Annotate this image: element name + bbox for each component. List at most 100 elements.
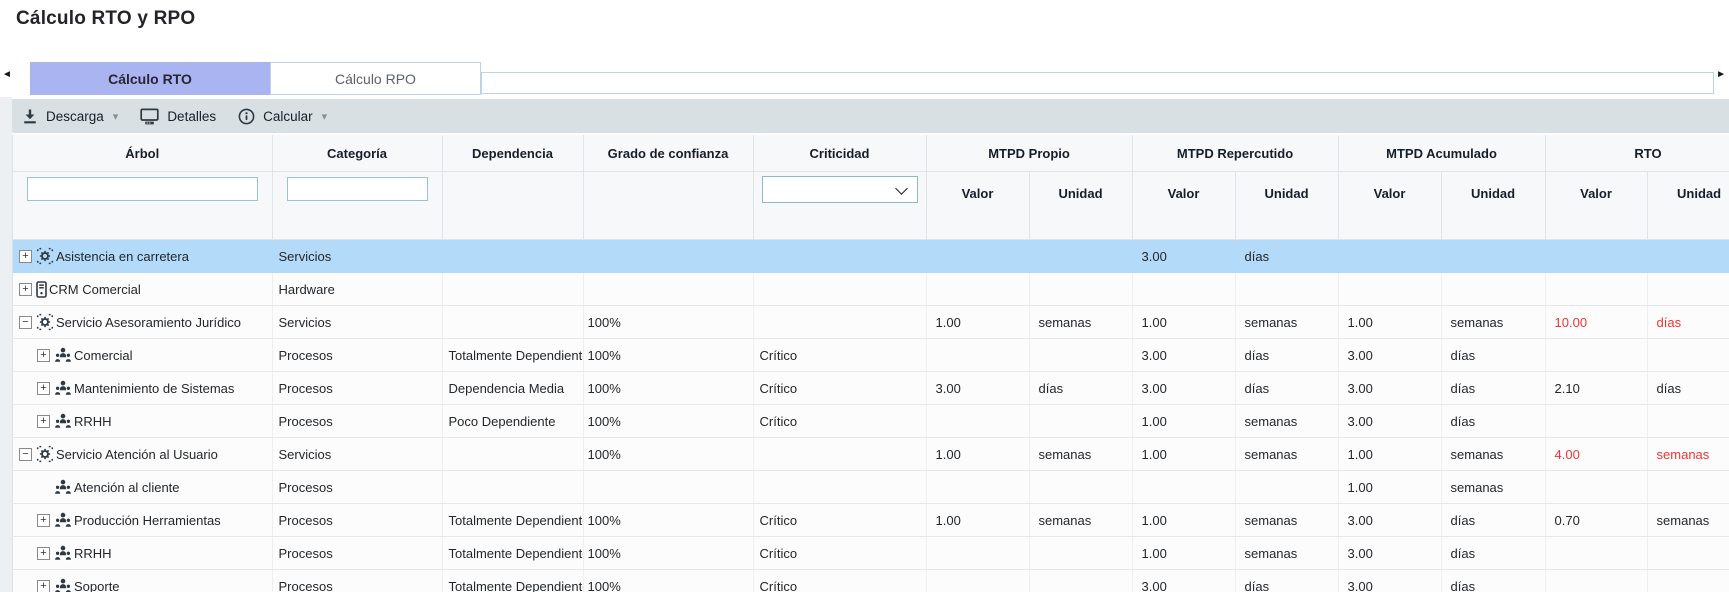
node-label: Mantenimiento de Sistemas — [74, 381, 234, 396]
cell-categoria: Procesos — [272, 339, 442, 372]
cell-mtpd-repercutido-valor: 3.00 — [1132, 372, 1235, 405]
cell-arbol: +CRM Comercial — [13, 273, 272, 306]
cell-dependencia: Totalmente Dependiente — [442, 339, 583, 372]
table-row[interactable]: +CRM ComercialHardware — [13, 273, 1729, 306]
expand-toggle[interactable]: + — [37, 415, 50, 428]
cell-mtpd-repercutido-valor — [1132, 273, 1235, 306]
group-header-mtpd-propio: MTPD Propio — [926, 135, 1132, 172]
cell-rto-unidad — [1647, 240, 1729, 273]
cell-mtpd-repercutido-valor: 3.00 — [1132, 339, 1235, 372]
expand-toggle[interactable]: + — [37, 514, 50, 527]
cell-arbol: +RRHH — [13, 405, 272, 438]
cell-mtpd-propio-valor — [926, 339, 1029, 372]
subheader-acumulado-unidad[interactable]: Unidad — [1441, 172, 1545, 240]
tab-strip: Cálculo RTO Cálculo RPO — [12, 62, 1714, 95]
cell-dependencia — [442, 240, 583, 273]
table-row[interactable]: +Mantenimiento de SistemasProcesosDepend… — [13, 372, 1729, 405]
tab-calculo-rto[interactable]: Cálculo RTO — [30, 62, 270, 95]
tab-calculo-rpo[interactable]: Cálculo RPO — [270, 62, 481, 95]
cell-mtpd-repercutido-unidad: semanas — [1235, 438, 1338, 471]
detalles-label: Detalles — [167, 109, 216, 124]
expand-toggle[interactable]: + — [37, 580, 50, 592]
categoria-filter-input[interactable] — [287, 177, 428, 201]
table-row[interactable]: Atención al clienteProcesos1.00semanas — [13, 471, 1729, 504]
cell-criticidad — [753, 273, 926, 306]
chevron-down-icon[interactable]: ▾ — [113, 110, 119, 123]
cell-mtpd-acumulado-unidad: semanas — [1441, 438, 1545, 471]
criticidad-filter-select[interactable] — [762, 176, 918, 203]
subheader-acumulado-valor[interactable]: Valor — [1338, 172, 1441, 240]
cell-rto-valor — [1545, 339, 1647, 372]
collapse-toggle[interactable]: − — [19, 448, 32, 461]
calcular-button[interactable]: Calcular ▾ — [238, 108, 327, 125]
cell-mtpd-acumulado-valor: 3.00 — [1338, 405, 1441, 438]
table-row[interactable]: + Comercial ProcesosTotalmente Dependiente… — [13, 339, 1729, 372]
cell-grado-confianza — [583, 471, 753, 504]
cell-mtpd-propio-valor: 1.00 — [926, 306, 1029, 339]
service-icon — [36, 313, 54, 331]
expand-toggle[interactable]: + — [37, 382, 50, 395]
cell-mtpd-acumulado-valor: 3.00 — [1338, 339, 1441, 372]
descarga-button[interactable]: Descarga ▾ — [22, 108, 118, 125]
node-label: Soporte — [74, 579, 120, 592]
cell-mtpd-acumulado-unidad: días — [1441, 405, 1545, 438]
table-row[interactable]: +SoporteProcesosTotalmente Dependiente10… — [13, 570, 1729, 592]
expand-toggle[interactable]: + — [19, 283, 32, 296]
cell-grado-confianza: 100% — [583, 537, 753, 570]
cell-mtpd-repercutido-unidad: días — [1235, 570, 1338, 592]
data-grid: Árbol Categoría Dependencia Grado de con… — [12, 135, 1729, 592]
table-row[interactable]: −Servicio Atención al UsuarioServicios10… — [13, 438, 1729, 471]
column-header-grado[interactable]: Grado de confianza — [583, 135, 753, 172]
cell-mtpd-propio-unidad: días — [1029, 372, 1132, 405]
cell-mtpd-acumulado-valor: 3.00 — [1338, 537, 1441, 570]
cell-criticidad: Crítico — [753, 537, 926, 570]
table-row[interactable]: +RRHHProcesosPoco Dependiente100%Crítico… — [13, 405, 1729, 438]
download-icon — [22, 108, 38, 125]
cell-mtpd-repercutido-valor: 1.00 — [1132, 306, 1235, 339]
cell-rto-valor: 0.70 — [1545, 504, 1647, 537]
chevron-down-icon[interactable]: ▾ — [322, 110, 328, 123]
cell-grado-confianza: 100% — [583, 306, 753, 339]
expand-toggle[interactable]: + — [37, 349, 50, 362]
cell-dependencia — [442, 471, 583, 504]
expand-toggle[interactable]: + — [19, 250, 32, 263]
cell-categoria: Procesos — [272, 372, 442, 405]
table-row[interactable]: +RRHHProcesosTotalmente Dependiente100%C… — [13, 537, 1729, 570]
cell-mtpd-acumulado-valor — [1338, 273, 1441, 306]
cell-rto-unidad: días — [1647, 372, 1729, 405]
filter-cell-categoria — [272, 172, 442, 240]
subheader-rto-unidad[interactable]: Unidad — [1647, 172, 1729, 240]
column-header-criticidad[interactable]: Criticidad — [753, 135, 926, 172]
node-label: Comercial — [74, 348, 133, 363]
cell-rto-valor — [1545, 240, 1647, 273]
collapse-toggle[interactable]: − — [19, 316, 32, 329]
cell-grado-confianza — [583, 273, 753, 306]
process-icon — [54, 347, 72, 363]
cell-mtpd-propio-unidad — [1029, 471, 1132, 504]
subheader-propio-valor[interactable]: Valor — [926, 172, 1029, 240]
subheader-repercutido-unidad[interactable]: Unidad — [1235, 172, 1338, 240]
column-header-dependencia[interactable]: Dependencia — [442, 135, 583, 172]
cell-mtpd-repercutido-valor: 1.00 — [1132, 405, 1235, 438]
table-row[interactable]: +Asistencia en carreteraServicios3.00día… — [13, 240, 1729, 273]
toolbar: Descarga ▾ Detalles Calcular ▾ — [12, 99, 1729, 133]
node-label: Asistencia en carretera — [56, 249, 189, 264]
cell-criticidad: Crítico — [753, 504, 926, 537]
subheader-repercutido-valor[interactable]: Valor — [1132, 172, 1235, 240]
tab-scroll-left-icon[interactable]: ◄ — [2, 68, 12, 82]
expand-toggle[interactable]: + — [37, 547, 50, 560]
subheader-rto-valor[interactable]: Valor — [1545, 172, 1647, 240]
table-row[interactable]: +Producción HerramientasProcesosTotalmen… — [13, 504, 1729, 537]
cell-rto-unidad — [1647, 339, 1729, 372]
column-header-arbol[interactable]: Árbol — [13, 135, 272, 172]
column-header-categoria[interactable]: Categoría — [272, 135, 442, 172]
detalles-button[interactable]: Detalles — [140, 108, 216, 125]
cell-mtpd-repercutido-unidad — [1235, 471, 1338, 504]
cell-mtpd-propio-unidad: semanas — [1029, 306, 1132, 339]
cell-arbol: + Comercial — [13, 339, 272, 372]
table-row[interactable]: −Servicio Asesoramiento JurídicoServicio… — [13, 306, 1729, 339]
tab-strip-filler — [481, 72, 1714, 94]
subheader-propio-unidad[interactable]: Unidad — [1029, 172, 1132, 240]
arbol-filter-input[interactable] — [27, 177, 258, 201]
tab-scroll-right-icon[interactable]: ► — [1716, 68, 1726, 82]
